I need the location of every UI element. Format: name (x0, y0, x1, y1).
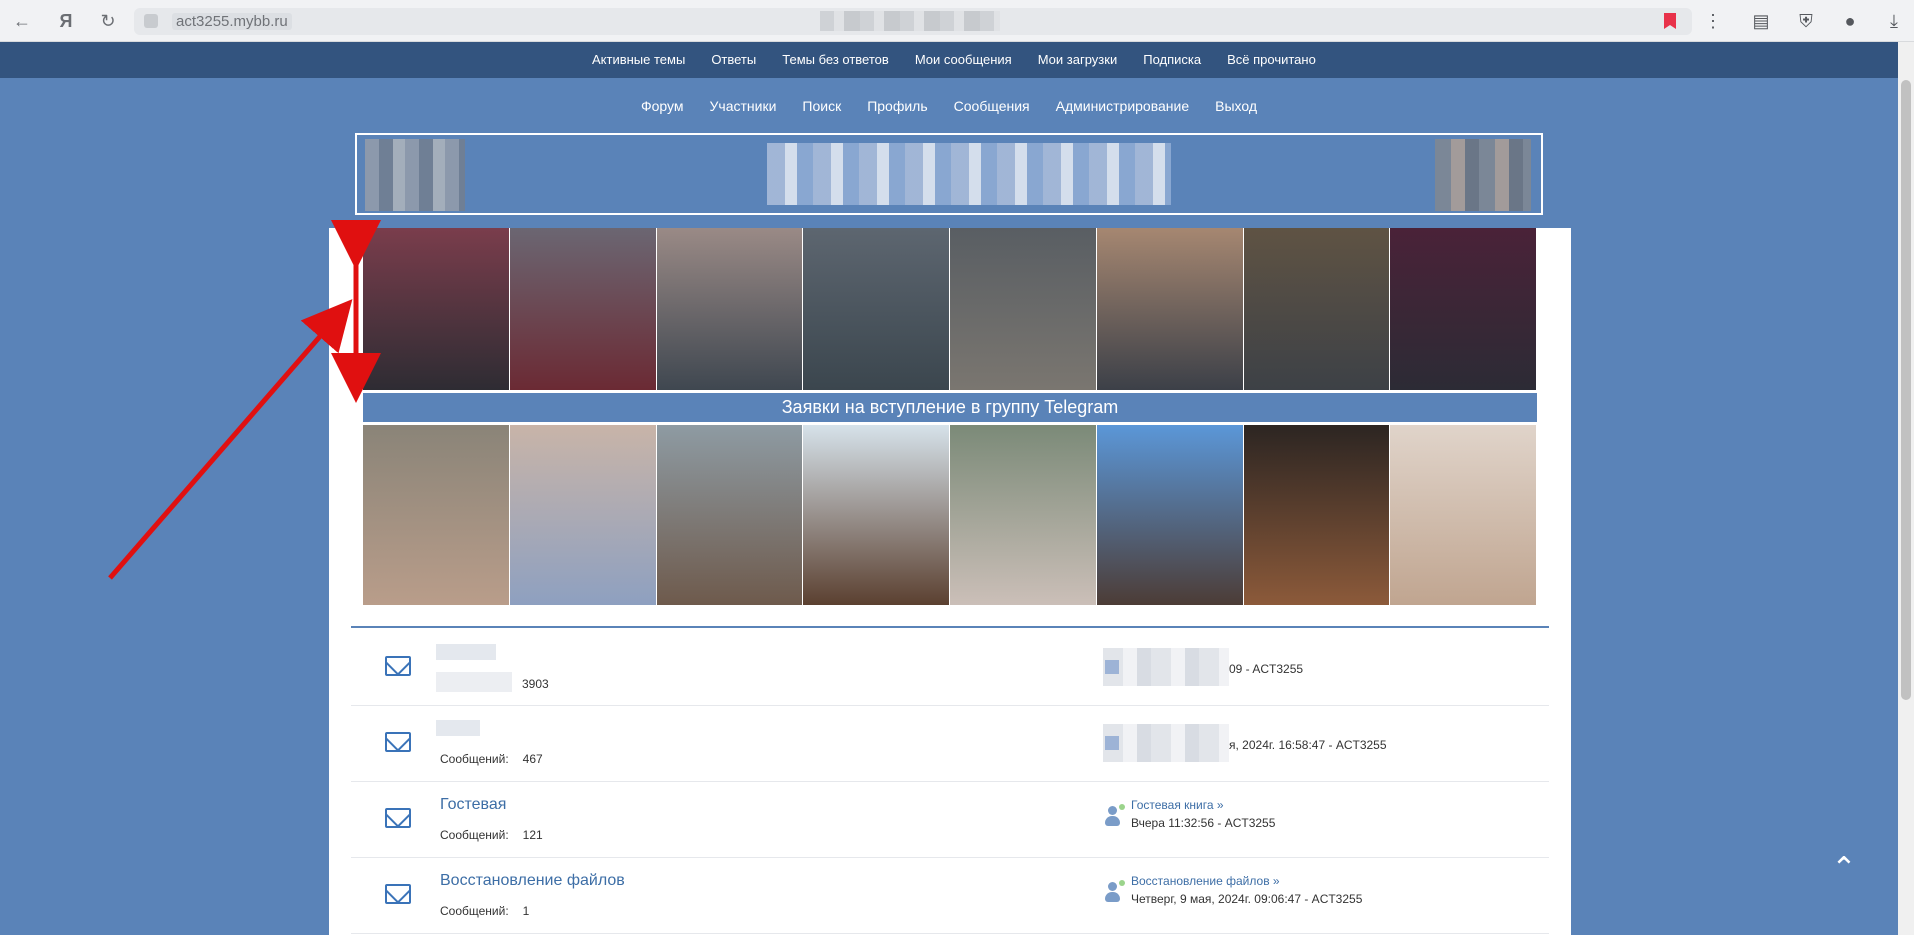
stats-label: Сообщений: (440, 828, 509, 842)
scrollbar-thumb[interactable] (1901, 80, 1911, 700)
reader-icon[interactable]: ▤ (1749, 9, 1773, 33)
gallery-photo[interactable] (950, 425, 1097, 605)
forum-list: 3903 09 - ACT3255 Сообщений: 467 я, 2024г… (351, 630, 1549, 934)
browser-toolbar: ← Я ↻ act3255.mybb.ru ⋮ ▤ ⛨ ● ⤓ (0, 0, 1914, 42)
content-area: Заявки на вступление в группу Telegram 3… (329, 228, 1571, 935)
forum-row: Гостевая Сообщений: 121 Гостевая книга » … (351, 782, 1549, 858)
post-count: 1 (522, 904, 530, 918)
banner-image-right (1435, 139, 1531, 211)
post-count: 121 (522, 828, 543, 842)
post-count: 467 (522, 752, 543, 766)
forum-row: 3903 09 - ACT3255 (351, 630, 1549, 706)
photo-gallery-bottom (363, 425, 1537, 605)
topbar-item-active[interactable]: Активные темы (592, 42, 685, 78)
stats-label: Сообщений: (440, 752, 509, 766)
download-icon[interactable]: ⤓ (1882, 9, 1906, 33)
forum-topbar: Активные темы Ответы Темы без ответов Мо… (0, 42, 1898, 78)
forum-name-link[interactable]: Восстановление файлов (440, 872, 625, 890)
forum-stats: Сообщений: 467 (440, 752, 543, 766)
forum-stats: Сообщений: 121 (440, 828, 543, 842)
section-divider (351, 626, 1549, 628)
yandex-icon[interactable]: Я (54, 9, 78, 33)
last-post-info: Четверг, 9 мая, 2024г. 09:06:47 - ACT325… (1131, 892, 1363, 906)
forum-name-blurred[interactable] (436, 720, 480, 736)
gallery-photo[interactable] (1390, 228, 1537, 390)
header-banner (355, 133, 1543, 215)
telegram-banner[interactable]: Заявки на вступление в группу Telegram (363, 393, 1537, 422)
mail-icon (385, 808, 411, 828)
address-bar[interactable]: act3255.mybb.ru (134, 8, 1692, 35)
forum-row: Сообщений: 467 я, 2024г. 16:58:47 - ACT32… (351, 706, 1549, 782)
nav-forum[interactable]: Форум (641, 98, 684, 114)
menu-icon[interactable]: ⋮ (1701, 9, 1725, 33)
stats-label-blurred (436, 672, 512, 692)
mail-icon (385, 656, 411, 676)
gallery-photo[interactable] (509, 228, 657, 390)
last-post: Гостевая книга » Вчера 11:32:56 - ACT325… (1131, 798, 1275, 830)
gallery-photo[interactable] (1390, 425, 1537, 605)
user-icon (1103, 804, 1125, 828)
main-nav: Форум Участники Поиск Профиль Сообщения … (0, 98, 1898, 114)
reload-icon[interactable]: ↻ (96, 9, 120, 33)
last-post-info: Вчера 11:32:56 - ACT3255 (1131, 816, 1276, 830)
topbar-item-mark-read[interactable]: Всё прочитано (1227, 42, 1316, 78)
mail-icon (385, 732, 411, 752)
topbar-item-replies[interactable]: Ответы (711, 42, 756, 78)
gallery-photo[interactable] (1243, 425, 1391, 605)
gallery-photo[interactable] (363, 228, 510, 390)
stats-label: Сообщений: (440, 904, 509, 918)
forum-stats: Сообщений: 1 (440, 904, 529, 918)
nav-members[interactable]: Участники (710, 98, 777, 114)
last-post-blurred (1103, 648, 1229, 686)
nav-messages[interactable]: Сообщения (954, 98, 1030, 114)
bookmark-icon[interactable] (1664, 13, 1676, 29)
annotation-arrow-diagonal (108, 299, 353, 580)
post-count: 3903 (522, 677, 549, 691)
photo-gallery-top (363, 228, 1537, 390)
gallery-photo[interactable] (656, 228, 804, 390)
gallery-photo[interactable] (803, 228, 950, 390)
back-icon[interactable]: ← (10, 9, 34, 33)
nav-logout[interactable]: Выход (1215, 98, 1257, 114)
scroll-to-top-icon[interactable]: ⌃ (1830, 854, 1858, 884)
gallery-photo[interactable] (656, 425, 804, 605)
nav-search[interactable]: Поиск (802, 98, 841, 114)
user-icon (1103, 880, 1125, 904)
gallery-photo[interactable] (363, 425, 510, 605)
last-post-link[interactable]: Восстановление файлов » (1131, 874, 1362, 888)
forum-row: Восстановление файлов Сообщений: 1 Восста… (351, 858, 1549, 934)
shield-icon[interactable]: ⛨ (1794, 9, 1818, 33)
last-post-info: 09 - ACT3255 (1229, 662, 1304, 676)
last-post-link[interactable]: Гостевая книга » (1131, 798, 1275, 812)
topbar-item-my-posts[interactable]: Мои сообщения (915, 42, 1012, 78)
gallery-photo[interactable] (950, 228, 1097, 390)
last-post-blurred (1103, 724, 1229, 762)
gallery-photo[interactable] (1096, 425, 1244, 605)
topbar-item-subscriptions[interactable]: Подписка (1143, 42, 1201, 78)
nav-profile[interactable]: Профиль (867, 98, 927, 114)
page-title-blurred (820, 11, 1000, 31)
last-post: Восстановление файлов » Четверг, 9 мая, … (1131, 874, 1362, 906)
lock-icon[interactable] (144, 14, 158, 28)
page-scrollbar[interactable] (1898, 42, 1914, 935)
banner-logo-blurred (767, 143, 1171, 205)
topbar-menu: Активные темы Ответы Темы без ответов Мо… (592, 42, 1316, 78)
banner-image-left (365, 139, 465, 211)
topbar-item-unanswered[interactable]: Темы без ответов (782, 42, 889, 78)
url-text: act3255.mybb.ru (172, 13, 292, 30)
last-post-info: я, 2024г. 16:58:47 - ACT3255 (1229, 738, 1387, 752)
mail-icon (385, 884, 411, 904)
avatar-icon[interactable]: ● (1838, 9, 1862, 33)
nav-admin[interactable]: Администрирование (1056, 98, 1190, 114)
gallery-photo[interactable] (1096, 228, 1244, 390)
forum-name-link[interactable]: Гостевая (440, 796, 506, 814)
gallery-photo[interactable] (509, 425, 657, 605)
gallery-photo[interactable] (803, 425, 950, 605)
gallery-photo[interactable] (1243, 228, 1391, 390)
topbar-item-my-uploads[interactable]: Мои загрузки (1038, 42, 1118, 78)
forum-name-blurred[interactable] (436, 644, 496, 660)
